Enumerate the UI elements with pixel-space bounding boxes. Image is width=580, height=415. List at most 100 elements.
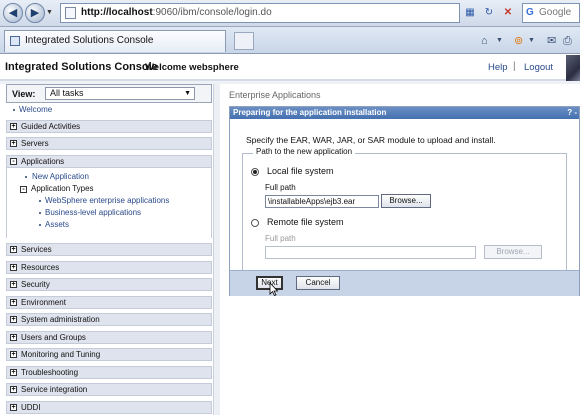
nav-section-system-administration[interactable]: + System administration — [6, 313, 212, 326]
refresh-icon[interactable]: ↻ — [482, 6, 496, 20]
nav-section-label: Security — [21, 280, 50, 289]
browser-navbar: ◀ ▶ ▼ http://localhost:9060/ibm/console/… — [0, 0, 580, 27]
home-dropdown-icon[interactable]: ▼ — [496, 34, 503, 48]
install-panel: Preparing for the application installati… — [229, 106, 580, 296]
search-input[interactable]: G Google — [522, 3, 580, 23]
nav-welcome-link[interactable]: Welcome — [19, 105, 52, 114]
nav-section-label: UDDI — [21, 403, 41, 412]
help-link[interactable]: Help — [488, 62, 508, 73]
cancel-button[interactable]: Cancel — [296, 276, 340, 290]
mail-icon[interactable]: ✉ — [547, 34, 556, 48]
feeds-dropdown-icon[interactable]: ▼ — [528, 34, 535, 48]
collapse-icon: - — [20, 186, 27, 193]
panel-description: Specify the EAR, WAR, JAR, or SAR module… — [246, 135, 496, 145]
nav-business-level-applications-link[interactable]: Business-level applications — [45, 208, 141, 217]
view-select[interactable]: All tasks ▼ — [45, 87, 195, 100]
nav-section-label: Users and Groups — [21, 333, 86, 342]
nav-section-label: Troubleshooting — [21, 368, 79, 377]
remote-file-system-label: Remote file system — [267, 217, 344, 227]
applications-subtree: New Application - Application Types WebS… — [6, 168, 212, 238]
nav-section-services[interactable]: + Services — [6, 243, 212, 256]
print-icon[interactable]: ⎙ — [563, 34, 572, 48]
expand-icon: + — [10, 334, 17, 341]
history-dropdown-icon[interactable]: ▼ — [46, 9, 53, 16]
header-separator: | — [513, 61, 516, 72]
help-minimize-icon[interactable]: ? - — [567, 107, 577, 119]
panel-title-bar: Preparing for the application installati… — [230, 107, 579, 119]
nav-section-label: Applications — [21, 157, 65, 166]
view-select-value: All tasks — [50, 88, 84, 98]
nav-section-label: System administration — [21, 315, 100, 324]
nav-assets-link[interactable]: Assets — [45, 220, 69, 229]
bullet-icon — [39, 212, 41, 214]
nav-section-guided-activities[interactable]: + Guided Activities — [6, 120, 212, 133]
nav-section-monitoring-and-tuning[interactable]: + Monitoring and Tuning — [6, 348, 212, 361]
new-tab-button[interactable] — [234, 32, 254, 50]
browser-tabbar: Integrated Solutions Console ⌂ ▼ ⊚ ▼ ✉ ⎙ — [0, 27, 580, 54]
nav-section-environment[interactable]: + Environment — [6, 296, 212, 309]
remote-full-path-input[interactable] — [265, 246, 476, 259]
nav-section-users-and-groups[interactable]: + Users and Groups — [6, 331, 212, 344]
expand-icon: + — [10, 123, 17, 130]
local-file-system-radio[interactable] — [251, 168, 259, 176]
remote-browse-button[interactable]: Browse... — [484, 245, 542, 259]
logout-link[interactable]: Logout — [524, 62, 553, 73]
panel-title: Preparing for the application installati… — [233, 108, 387, 117]
nav-section-label: Monitoring and Tuning — [21, 350, 101, 359]
bullet-icon — [39, 224, 41, 226]
chevron-down-icon: ▼ — [184, 90, 191, 97]
bullet-icon — [13, 109, 15, 111]
view-label: View: — [12, 89, 36, 99]
nav-section-servers[interactable]: + Servers — [6, 137, 212, 150]
tab-title: Integrated Solutions Console — [25, 35, 154, 46]
local-full-path-input[interactable]: \installableApps\ejb3.ear — [265, 195, 379, 208]
nav-section-security[interactable]: + Security — [6, 278, 212, 291]
remote-file-system-radio[interactable] — [251, 219, 259, 227]
back-button[interactable]: ◀ — [3, 3, 23, 23]
nav-section-label: Resources — [21, 263, 60, 272]
nav-section-uddi[interactable]: + UDDI — [6, 401, 212, 414]
nav-section-label: Services — [21, 245, 52, 254]
address-bar[interactable]: http://localhost:9060/ibm/console/login.… — [60, 3, 460, 23]
expand-icon: + — [10, 404, 17, 411]
favicon-icon — [10, 36, 20, 46]
path-fieldset: Path to the new application Local file s… — [242, 147, 567, 271]
nav-scrollbar[interactable] — [213, 84, 220, 415]
nav-section-label: Service integration — [21, 385, 88, 394]
breadcrumb: Enterprise Applications — [229, 90, 321, 100]
collapse-icon: - — [10, 158, 17, 165]
nav-section-label: Guided Activities — [21, 122, 81, 131]
nav-section-resources[interactable]: + Resources — [6, 261, 212, 274]
nav-section-label: Servers — [21, 139, 49, 148]
google-icon: G — [526, 7, 534, 18]
view-filter: View: All tasks ▼ — [6, 84, 212, 103]
nav-websphere-enterprise-applications-link[interactable]: WebSphere enterprise applications — [45, 196, 169, 205]
user-avatar — [566, 55, 580, 84]
expand-icon: + — [10, 299, 17, 306]
nav-section-service-integration[interactable]: + Service integration — [6, 383, 212, 396]
expand-icon: + — [10, 140, 17, 147]
feeds-icon[interactable]: ⊚ — [514, 34, 523, 48]
compatibility-icon[interactable]: ▦ — [463, 6, 477, 20]
local-browse-button[interactable]: Browse... — [381, 194, 431, 208]
stop-icon[interactable]: ✕ — [501, 6, 515, 20]
console-header: Integrated Solutions Console Welcome web… — [0, 55, 566, 81]
url-path: :9060/ibm/console/login.do — [152, 7, 272, 18]
navigation-tree: View: All tasks ▼ Welcome + Guided Activ… — [6, 84, 212, 415]
browser-tab[interactable]: Integrated Solutions Console — [4, 30, 226, 52]
expand-icon: + — [10, 386, 17, 393]
local-full-path-label: Full path — [265, 183, 296, 192]
remote-full-path-label: Full path — [265, 234, 296, 243]
bullet-icon — [25, 176, 27, 178]
nav-section-applications[interactable]: - Applications — [6, 155, 212, 168]
bullet-icon — [39, 200, 41, 202]
nav-section-troubleshooting[interactable]: + Troubleshooting — [6, 366, 212, 379]
nav-section-label: Environment — [21, 298, 66, 307]
forward-button[interactable]: ▶ — [25, 3, 45, 23]
expand-icon: + — [10, 281, 17, 288]
welcome-user: Welcome websphere — [145, 62, 239, 73]
nav-application-types-label: Application Types — [31, 184, 94, 193]
mouse-cursor-icon — [269, 282, 279, 296]
nav-new-application-link[interactable]: New Application — [32, 172, 89, 181]
home-icon[interactable]: ⌂ — [481, 34, 488, 48]
